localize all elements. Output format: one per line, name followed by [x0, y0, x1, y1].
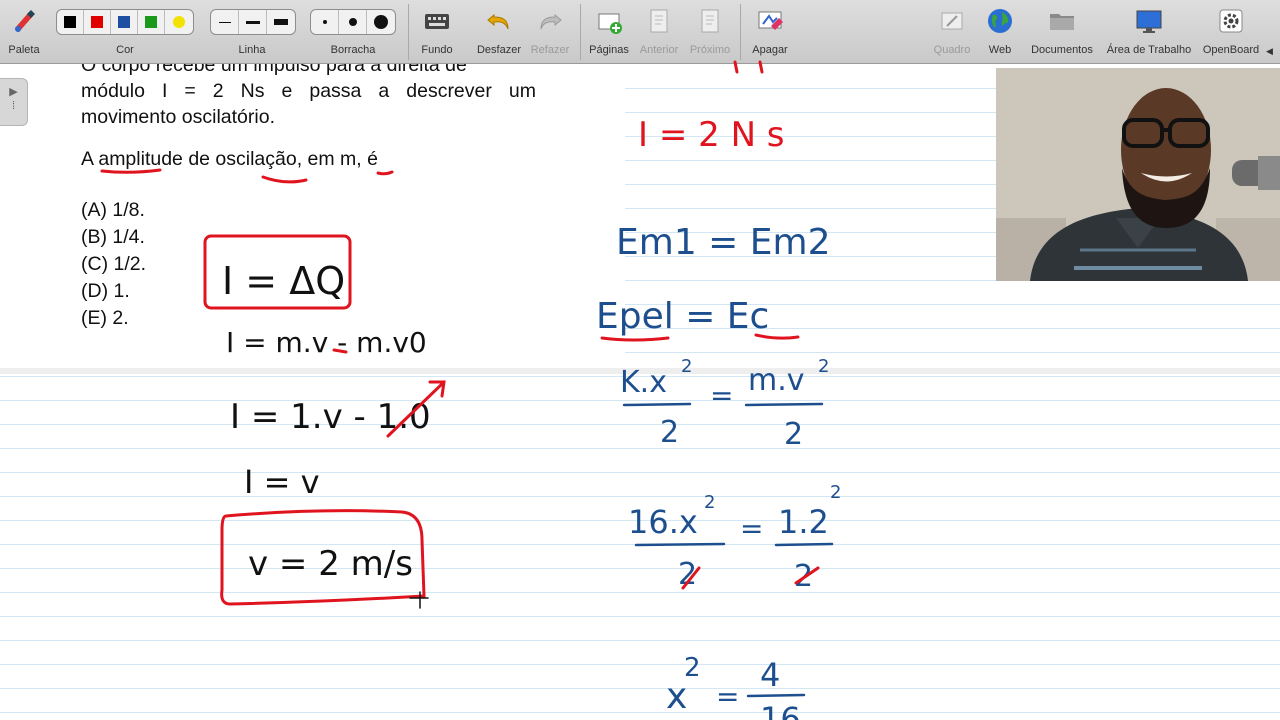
previous-page-icon [644, 6, 674, 36]
toolbar: Paleta Cor Linha Borracha Fundo Desfazer… [0, 0, 1280, 64]
color-picker [56, 9, 194, 35]
grip-icon: ⁞ [11, 100, 16, 112]
chevron-left-icon: ◀ [1266, 46, 1273, 56]
previous-page-button[interactable]: Anterior [636, 0, 682, 64]
web-button[interactable]: Web [980, 0, 1020, 64]
color-red[interactable] [84, 10, 111, 34]
option-a: (A) 1/8. [81, 199, 145, 221]
next-page-icon [695, 6, 725, 36]
pages-button[interactable]: Páginas [586, 0, 632, 64]
palette-icon [9, 6, 39, 36]
eraser-group: Borracha [308, 0, 398, 64]
line-thin[interactable] [211, 10, 239, 34]
option-b: (B) 1/4. [81, 226, 145, 248]
question-line-2: módulo I = 2 Ns e passa a descrever um [81, 80, 536, 102]
undo-icon [484, 6, 514, 36]
presenter-image [996, 68, 1280, 281]
monitor-icon [1134, 6, 1164, 36]
option-e: (E) 2. [81, 307, 129, 329]
background-button[interactable]: Fundo [414, 0, 460, 64]
toolbar-collapse-button[interactable]: ◀ [1264, 0, 1278, 64]
color-group: Cor [54, 0, 196, 64]
line-medium[interactable] [239, 10, 267, 34]
next-page-button[interactable]: Próximo [686, 0, 734, 64]
eraser-medium[interactable] [339, 10, 367, 34]
question-prompt: A amplitude de oscilação, em m, é [81, 148, 378, 170]
undo-button[interactable]: Desfazer [474, 0, 524, 64]
color-blue[interactable] [111, 10, 138, 34]
toolbar-separator [740, 4, 741, 60]
redo-button[interactable]: Refazer [528, 0, 572, 64]
webcam-video [996, 68, 1280, 281]
folder-icon [1047, 6, 1077, 36]
eraser-small[interactable] [311, 10, 339, 34]
toolbar-separator [580, 4, 581, 60]
option-c: (C) 1/2. [81, 253, 147, 275]
side-panel-toggle[interactable]: ▶ ⁞ [0, 78, 28, 126]
globe-icon [985, 6, 1015, 36]
line-thick[interactable] [267, 10, 295, 34]
openboard-menu-button[interactable]: OpenBoard [1198, 0, 1264, 64]
board-mode-button[interactable]: Quadro [930, 0, 974, 64]
play-icon: ▶ [9, 86, 18, 98]
board-icon [937, 6, 967, 36]
eraser-large[interactable] [367, 10, 395, 34]
gear-icon [1216, 6, 1246, 36]
option-d: (D) 1. [81, 280, 130, 302]
color-black[interactable] [57, 10, 84, 34]
documents-button[interactable]: Documentos [1026, 0, 1098, 64]
line-group: Linha [208, 0, 296, 64]
erase-board-button[interactable]: Apagar [748, 0, 792, 64]
page-divider [0, 368, 1280, 374]
answer-options: (A) 1/8. (B) 1/4. (C) 1/2. (D) 1. (E) 2. [81, 197, 146, 332]
add-page-icon [594, 6, 624, 36]
desktop-button[interactable]: Área de Trabalho [1102, 0, 1196, 64]
color-yellow[interactable] [165, 10, 192, 34]
line-width-picker [210, 9, 296, 35]
erase-board-icon [755, 6, 785, 36]
palette-button[interactable]: Paleta [4, 0, 44, 64]
color-green[interactable] [138, 10, 165, 34]
eraser-size-picker [310, 9, 396, 35]
question-line-3: movimento oscilatório. [81, 106, 275, 128]
toolbar-separator [408, 4, 409, 60]
redo-icon [535, 6, 565, 36]
keyboard-grid-icon [422, 6, 452, 36]
